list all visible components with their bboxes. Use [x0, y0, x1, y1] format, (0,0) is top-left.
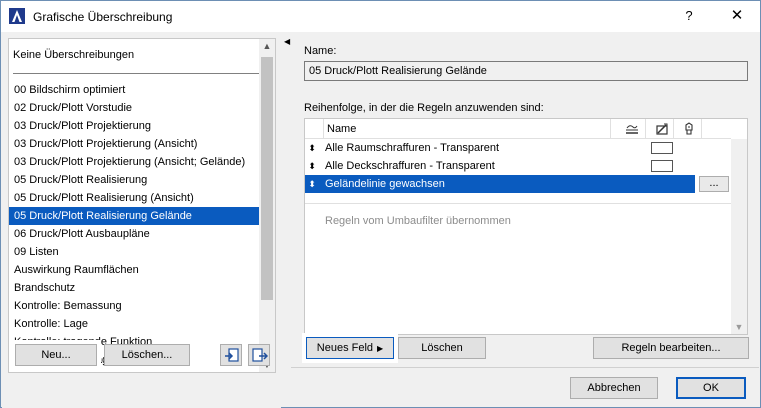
rule-row-selected[interactable]: ⬍ Geländelinie gewachsen ... [305, 175, 731, 193]
list-item[interactable]: 09 Listen [9, 243, 260, 261]
rule-row[interactable]: ⬍ Alle Raumschraffuren - Transparent [305, 139, 731, 157]
rule-order-label: Reihenfolge, in der die Regeln anzuwende… [304, 102, 544, 114]
import-icon [225, 348, 239, 362]
column-divider [673, 119, 674, 139]
list-item[interactable]: 03 Druck/Plott Projektierung (Ansicht) [9, 135, 260, 153]
app-icon [9, 8, 25, 24]
rules-table-header: Name [305, 119, 731, 139]
drag-handle-icon[interactable]: ⬍ [307, 157, 317, 175]
column-divider [701, 119, 702, 139]
submenu-arrow-icon: ▶ [377, 344, 384, 353]
collapse-panel-icon[interactable]: ◀ [284, 37, 290, 46]
cancel-button[interactable]: Abbrechen [570, 377, 658, 399]
ok-button[interactable]: OK [676, 377, 746, 399]
list-item-none[interactable]: Keine Überschreibungen [13, 49, 134, 61]
scroll-up-icon[interactable]: ▲ [259, 41, 275, 51]
close-button[interactable]: ✕ [722, 3, 752, 29]
name-label: Name: [304, 45, 337, 57]
list-item[interactable]: Brandschutz [9, 279, 260, 297]
rule-name: Geländelinie gewachsen [325, 178, 445, 190]
list-items: 00 Bildschirm optimiert 02 Druck/Plott Vo… [9, 81, 260, 372]
name-field[interactable]: 05 Druck/Plott Realisierung Gelände [304, 61, 748, 81]
scroll-down-icon[interactable]: ▼ [731, 322, 747, 332]
window-title: Grafische Überschreibung [33, 10, 173, 24]
list-item[interactable]: Auswirkung Raumflächen [9, 261, 260, 279]
rule-name: Alle Raumschraffuren - Transparent [325, 142, 500, 154]
list-item[interactable]: Kontrolle: Bemassung [9, 297, 260, 315]
pen-brush-icon [685, 122, 693, 135]
rules-table: Name ⬍ Alle Raumschraffuren - Transparen… [304, 118, 748, 335]
export-icon [252, 348, 268, 362]
inherited-rules-label: Regeln vom Umbaufilter übernommen [325, 215, 511, 227]
column-header-name[interactable]: Name [327, 123, 356, 135]
list-item[interactable]: 05 Druck/Plott Realisierung (Ansicht) [9, 189, 260, 207]
rule-options-button[interactable]: ... [699, 176, 729, 192]
list-item[interactable]: 06 Druck/Plott Ausbaupläne [9, 225, 260, 243]
list-scrollbar[interactable]: ▲ ▼ [259, 39, 275, 372]
title-bar: Grafische Überschreibung ? ✕ [1, 1, 760, 32]
footer-divider [291, 367, 759, 368]
inherited-divider [305, 203, 731, 204]
list-item[interactable]: 05 Druck/Plott Realisierung [9, 171, 260, 189]
list-separator [13, 73, 259, 74]
column-divider [323, 119, 324, 139]
list-item[interactable]: 03 Druck/Plott Projektierung (Ansicht; G… [9, 153, 260, 171]
rule-color-swatch [651, 142, 673, 154]
scroll-thumb[interactable] [261, 57, 273, 300]
list-item[interactable]: Raum: Deckenbeläge [9, 369, 260, 372]
list-item-selected[interactable]: 05 Druck/Plott Realisierung Gelände [9, 207, 260, 225]
new-field-label: Neues Feld [316, 342, 374, 354]
delete-override-button[interactable]: Löschen... [104, 344, 190, 366]
delete-rule-button[interactable]: Löschen [398, 337, 486, 359]
import-button[interactable] [220, 344, 242, 366]
dialog-window: Grafische Überschreibung ? ✕ Keine Übers… [0, 0, 761, 408]
help-button[interactable]: ? [674, 3, 704, 29]
rules-scrollbar[interactable]: ▼ [731, 139, 747, 334]
edit-rules-button[interactable]: Regeln bearbeiten... [593, 337, 749, 359]
new-override-button[interactable]: Neu... [15, 344, 97, 366]
override-list[interactable]: Keine Überschreibungen 00 Bildschirm opt… [8, 38, 276, 373]
column-divider [645, 119, 646, 139]
drag-handle-icon[interactable]: ⬍ [307, 175, 317, 193]
fill-pattern-icon [626, 125, 638, 134]
export-button[interactable] [248, 344, 270, 366]
rule-name: Alle Deckschraffuren - Transparent [325, 160, 495, 172]
list-item[interactable]: 00 Bildschirm optimiert [9, 81, 260, 99]
drag-handle-icon[interactable]: ⬍ [307, 139, 317, 157]
column-divider [610, 119, 611, 139]
new-field-button[interactable]: Neues Feld ▶ [306, 337, 394, 359]
list-item[interactable]: 03 Druck/Plott Projektierung [9, 117, 260, 135]
list-item[interactable]: 02 Druck/Plott Vorstudie [9, 99, 260, 117]
surface-override-icon [656, 123, 668, 135]
rule-color-swatch [651, 160, 673, 172]
rule-row[interactable]: ⬍ Alle Deckschraffuren - Transparent [305, 157, 731, 175]
list-item[interactable]: Kontrolle: Lage [9, 315, 260, 333]
